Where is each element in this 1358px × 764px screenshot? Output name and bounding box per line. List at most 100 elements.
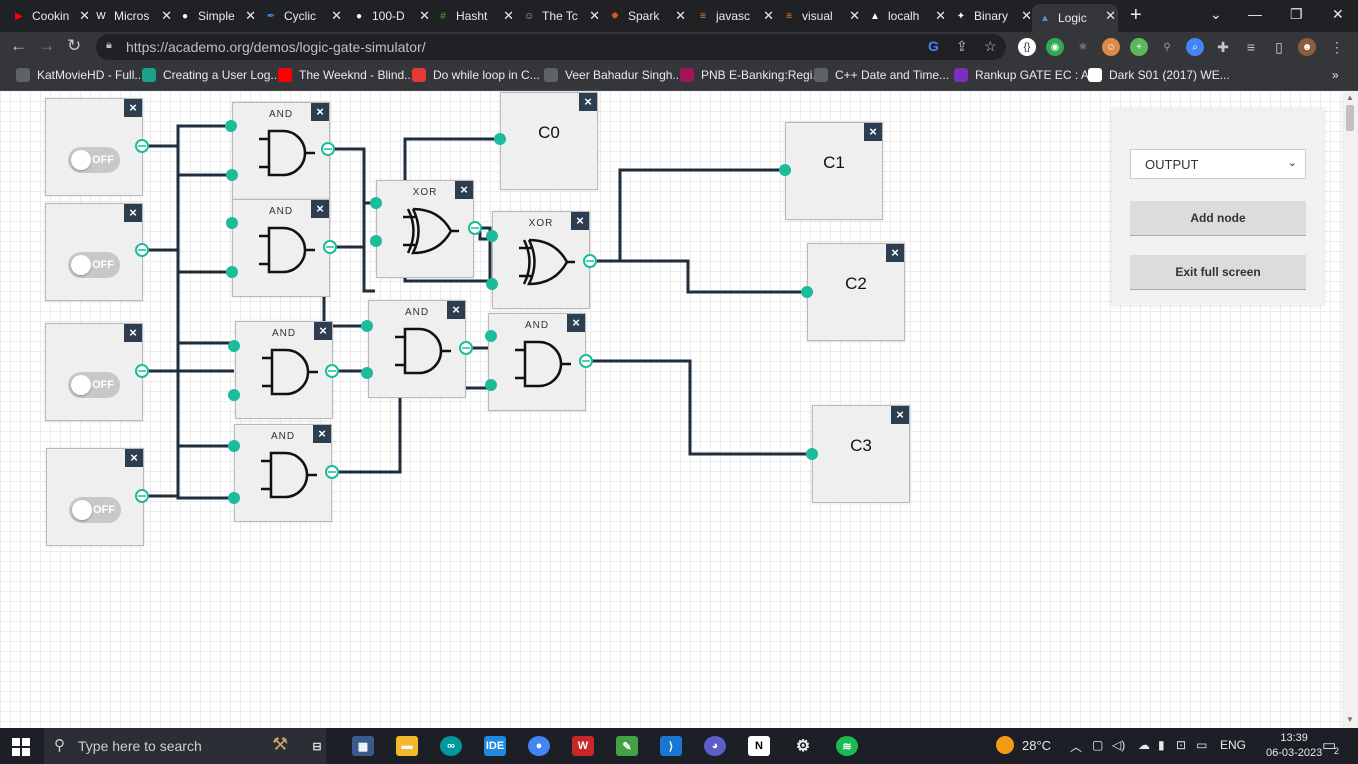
cloud-icon[interactable]: ☁: [1138, 738, 1150, 752]
temperature-text[interactable]: 28°C: [1022, 738, 1051, 753]
browser-tab[interactable]: ✒ Cyclic ✕: [258, 4, 344, 28]
bookmark-item[interactable]: Dark S01 (2017) WE...: [1088, 68, 1230, 82]
output-node[interactable]: × C0: [500, 92, 598, 190]
output-node[interactable]: × C2: [807, 243, 905, 341]
reload-button[interactable]: ↻: [67, 36, 81, 56]
input-switch-node[interactable]: × OFF: [46, 448, 144, 546]
and-gate-node[interactable]: × AND: [488, 313, 586, 411]
speaker-icon[interactable]: ◁): [1112, 738, 1125, 752]
browser-tab[interactable]: ≡ visual ✕: [776, 4, 862, 28]
extensions-puzzle-icon[interactable]: ✚: [1214, 38, 1232, 56]
browser-tab[interactable]: ▲ Logic ✕: [1032, 4, 1118, 32]
json-extension-icon[interactable]: {}: [1018, 38, 1036, 56]
wire[interactable]: [142, 124, 231, 148]
profile-avatar[interactable]: ☻: [1298, 38, 1316, 56]
input-switch-node[interactable]: × OFF: [45, 98, 143, 196]
close-tab-icon[interactable]: ✕: [935, 8, 946, 24]
bookmark-item[interactable]: Rankup GATE EC : A...: [954, 68, 1099, 82]
notepad-icon[interactable]: ✎: [616, 736, 638, 756]
browser-tab[interactable]: ● 100-D ✕: [346, 4, 432, 28]
close-tab-icon[interactable]: ✕: [1105, 8, 1116, 24]
minimize-button[interactable]: —: [1248, 6, 1262, 22]
microphone-icon[interactable]: ▮: [1158, 738, 1165, 752]
arduino-icon[interactable]: ∞: [440, 736, 462, 756]
new-tab-button[interactable]: +: [1130, 4, 1142, 27]
wire[interactable]: [322, 245, 367, 328]
close-node-icon[interactable]: ×: [864, 123, 882, 141]
close-tab-icon[interactable]: ✕: [331, 8, 342, 24]
close-tab-icon[interactable]: ✕: [589, 8, 600, 24]
wps-office-icon[interactable]: W: [572, 736, 594, 756]
task-view-icon[interactable]: ⊟: [306, 736, 328, 756]
bookmark-item[interactable]: Veer Bahadur Singh...: [544, 68, 682, 82]
browser-tab[interactable]: ▶ Cookin ✕: [6, 4, 92, 28]
close-node-icon[interactable]: ×: [886, 244, 904, 262]
wire[interactable]: [142, 369, 234, 498]
spotify-icon[interactable]: ≋: [836, 736, 858, 756]
browser-tab[interactable]: ✸ Spark ✕: [602, 4, 688, 28]
toggle-switch[interactable]: OFF: [69, 497, 121, 523]
forward-button[interactable]: →: [38, 36, 55, 56]
wire[interactable]: [328, 147, 375, 293]
input-switch-node[interactable]: × OFF: [45, 323, 143, 421]
wire[interactable]: [142, 248, 234, 448]
network-icon[interactable]: ⊡: [1176, 738, 1186, 752]
page-scrollbar[interactable]: ▲ ▼: [1342, 91, 1358, 728]
scroll-down-arrow-icon[interactable]: ▼: [1346, 715, 1354, 724]
extension-globe-icon[interactable]: ◉: [1046, 38, 1064, 56]
search-extension-icon[interactable]: ⌕: [1186, 38, 1204, 56]
ide-icon[interactable]: IDE: [484, 736, 506, 756]
wire[interactable]: [474, 226, 491, 241]
close-tab-icon[interactable]: ✕: [503, 8, 514, 24]
taskbar-search-box[interactable]: ⚲ Type here to search ⚒: [44, 728, 326, 764]
xor-gate-node[interactable]: × XOR: [376, 180, 474, 278]
wire[interactable]: [142, 144, 234, 345]
close-node-icon[interactable]: ×: [124, 324, 142, 342]
simulator-canvas[interactable]: × OFF × OFF × OFF × OFF × AND × AND × XOR × XOR × AND × AND…: [0, 91, 1342, 728]
bookmark-item[interactable]: KatMovieHD - Full...: [16, 68, 144, 82]
close-node-icon[interactable]: ×: [579, 93, 597, 111]
bookmark-item[interactable]: Creating a User Log...: [142, 68, 280, 82]
side-panel-icon[interactable]: ▯: [1270, 38, 1288, 56]
toggle-switch[interactable]: OFF: [68, 372, 120, 398]
bookmark-star-icon[interactable]: ☆: [984, 38, 997, 55]
wire[interactable]: [142, 248, 232, 274]
bookmark-item[interactable]: C++ Date and Time...: [814, 68, 949, 82]
tray-chevron-up-icon[interactable]: ︿: [1070, 738, 1082, 755]
toggle-switch[interactable]: OFF: [68, 252, 120, 278]
output-node[interactable]: × C1: [785, 122, 883, 220]
and-gate-node[interactable]: × AND: [232, 199, 330, 297]
battery-icon[interactable]: ▭: [1196, 738, 1207, 752]
media-control-icon[interactable]: ≡: [1242, 38, 1260, 56]
browser-tab[interactable]: ● Simple ✕: [172, 4, 258, 28]
wire[interactable]: [586, 359, 812, 456]
wire[interactable]: [142, 270, 232, 498]
scroll-thumb[interactable]: [1346, 105, 1354, 131]
menu-kebab-icon[interactable]: ⋮: [1328, 38, 1346, 56]
tray-device-icon[interactable]: ▢: [1092, 738, 1103, 752]
close-tab-icon[interactable]: ✕: [1021, 8, 1032, 24]
close-tab-icon[interactable]: ✕: [675, 8, 686, 24]
close-tab-icon[interactable]: ✕: [849, 8, 860, 24]
close-tab-icon[interactable]: ✕: [245, 8, 256, 24]
address-bar[interactable]: 🔒︎ https://academo.org/demos/logic-gate-…: [96, 34, 1006, 60]
and-gate-node[interactable]: × AND: [235, 321, 333, 419]
close-node-icon[interactable]: ×: [124, 99, 142, 117]
close-tab-icon[interactable]: ✕: [763, 8, 774, 24]
close-node-icon[interactable]: ×: [125, 449, 143, 467]
discord-icon[interactable]: ◕: [704, 736, 726, 756]
close-node-icon[interactable]: ×: [124, 204, 142, 222]
add-node-button[interactable]: Add node: [1130, 201, 1306, 236]
close-node-icon[interactable]: ×: [891, 406, 909, 424]
back-button[interactable]: ←: [10, 36, 27, 56]
wire[interactable]: [590, 259, 807, 294]
bookmark-item[interactable]: PNB E-Banking:Regi...: [680, 68, 822, 82]
search-highlight-icon[interactable]: ⚒: [272, 734, 288, 755]
vscode-icon[interactable]: ⟩: [660, 736, 682, 756]
toggle-switch[interactable]: OFF: [68, 147, 120, 173]
extension-dropper-icon[interactable]: ⚲: [1158, 38, 1176, 56]
chrome-icon[interactable]: ●: [528, 736, 550, 756]
xor-gate-node[interactable]: × XOR: [492, 211, 590, 309]
close-window-button[interactable]: ✕: [1332, 6, 1344, 23]
scroll-up-arrow-icon[interactable]: ▲: [1346, 93, 1354, 102]
